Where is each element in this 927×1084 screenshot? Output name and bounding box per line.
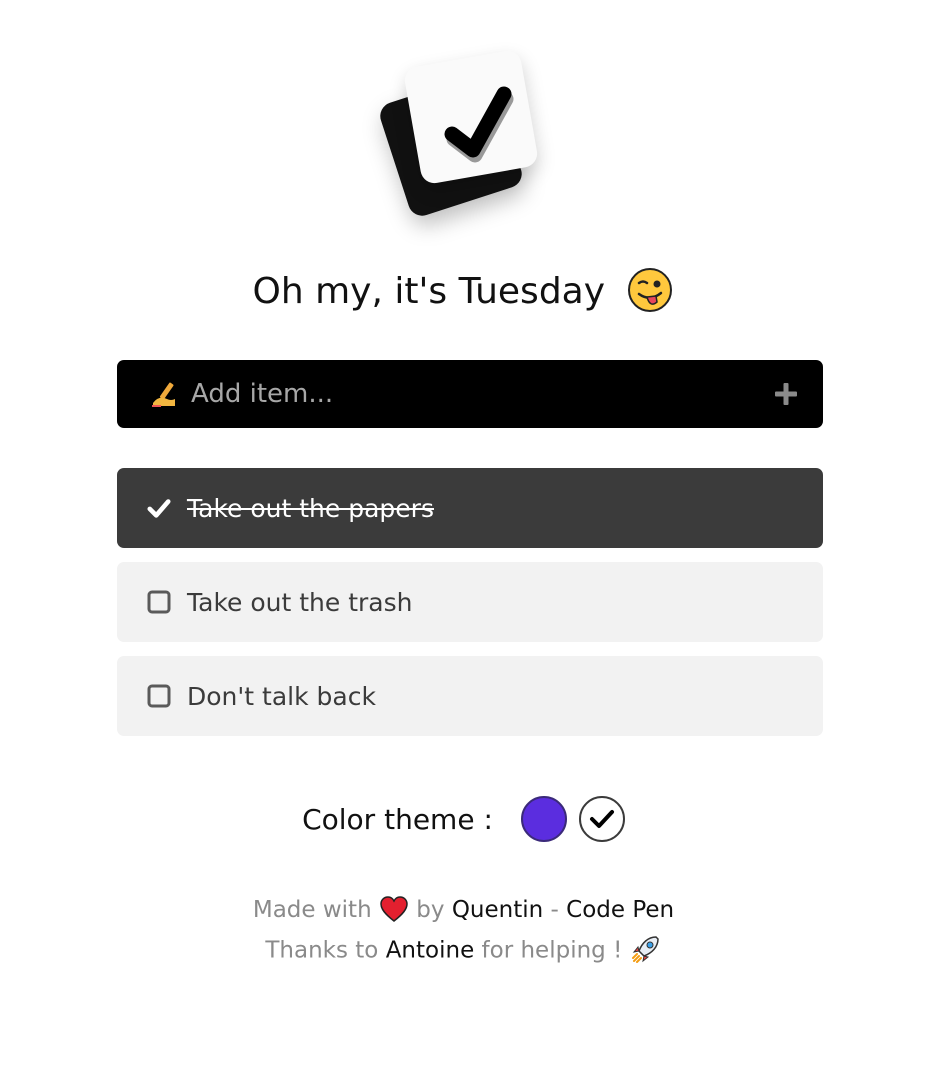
checkbox-icon[interactable] [147, 684, 171, 708]
made-with-text: Made with [252, 897, 372, 923]
todo-item-done[interactable]: Take out the papers [117, 468, 823, 548]
author-link[interactable]: Quentin [452, 897, 543, 923]
todo-label: Take out the trash [187, 587, 413, 617]
theme-swatch-white[interactable] [578, 796, 625, 842]
checked-icon[interactable] [147, 496, 171, 520]
codepen-link[interactable]: Code Pen [566, 897, 674, 923]
add-item-bar [117, 360, 823, 428]
heart-icon [380, 895, 408, 922]
for-helping-text: for helping ! [481, 937, 623, 964]
footer-thanks: Thanks to Antoine for helping ! [0, 936, 927, 965]
checkmark-icon [444, 86, 514, 163]
check-icon [589, 810, 614, 828]
color-theme-picker: Color theme : [0, 796, 927, 842]
page-title-text: Oh my, it's Tuesday [252, 271, 606, 312]
helper-link[interactable]: Antoine [386, 938, 475, 964]
by-text: by [416, 897, 445, 923]
plus-icon[interactable] [769, 377, 803, 411]
todo-item[interactable]: Take out the trash [117, 562, 823, 642]
app-logo [376, 48, 550, 220]
page-title: Oh my, it's Tuesday [0, 266, 927, 318]
todo-item[interactable]: Don't talk back [117, 656, 823, 736]
add-item-input[interactable] [191, 379, 769, 409]
theme-swatch-purple[interactable] [520, 796, 567, 842]
todo-label: Don't talk back [187, 681, 376, 711]
todo-label: Take out the papers [187, 493, 434, 523]
rocket-icon [631, 936, 659, 963]
checkbox-icon[interactable] [147, 590, 171, 614]
winking-face-with-tongue-icon [628, 268, 673, 312]
writing-hand-icon [149, 379, 179, 409]
footer-credits: Made with by Quentin - Code Pen [0, 895, 927, 923]
color-theme-label: Color theme : [302, 802, 493, 836]
thanks-to-text: Thanks to [265, 937, 379, 964]
separator-text: - [550, 897, 559, 923]
